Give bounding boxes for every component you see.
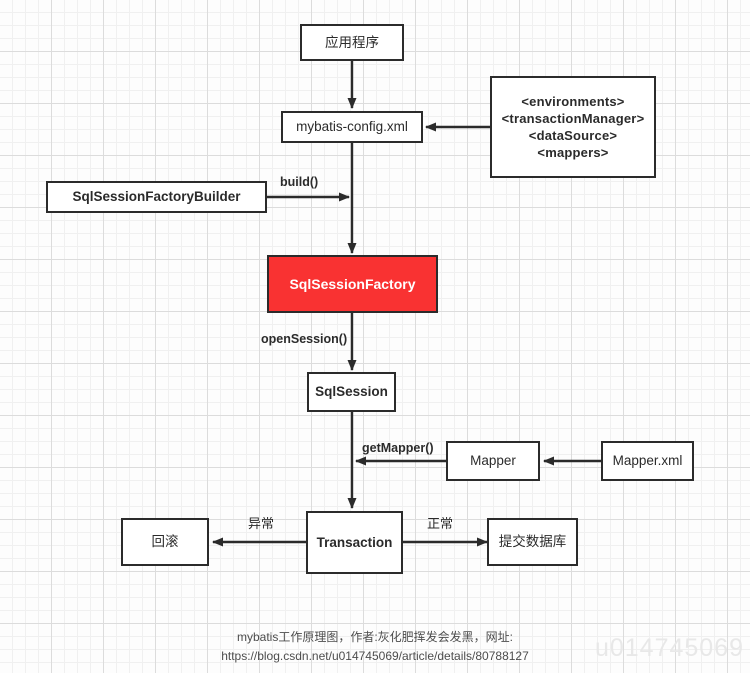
diagram-canvas: u014745069 应用程序 mybatis-config.xml <envi… — [0, 0, 750, 673]
diagram-caption: mybatis工作原理图，作者:灰化肥挥发会发黑，网址: https://blo… — [0, 628, 750, 665]
node-commit-database-label: 提交数据库 — [498, 534, 567, 550]
node-rollback-label: 回滚 — [151, 534, 179, 550]
node-rollback[interactable]: 回滚 — [121, 518, 209, 566]
node-transaction-label: Transaction — [316, 534, 393, 550]
node-sqlsession-label: SqlSession — [315, 384, 388, 400]
node-mapper-xml[interactable]: Mapper.xml — [601, 441, 694, 481]
caption-line-1: mybatis工作原理图，作者:灰化肥挥发会发黑，网址: — [236, 630, 513, 644]
node-sqlsession[interactable]: SqlSession — [307, 372, 396, 412]
edge-label-exception: 异常 — [248, 516, 275, 531]
node-application[interactable]: 应用程序 — [300, 24, 404, 61]
node-sqlsessionfactorybuilder[interactable]: SqlSessionFactoryBuilder — [46, 181, 267, 213]
edge-label-build: build() — [280, 175, 319, 189]
edge-label-get-mapper: getMapper() — [362, 441, 434, 455]
node-sqlsessionfactory-label: SqlSessionFactory — [289, 275, 416, 292]
node-sqlsessionfactorybuilder-label: SqlSessionFactoryBuilder — [72, 189, 241, 205]
node-mybatis-config-label: mybatis-config.xml — [296, 119, 408, 135]
node-transaction[interactable]: Transaction — [306, 511, 403, 574]
edge-label-open-session: openSession() — [261, 332, 348, 346]
node-mapper-label: Mapper — [470, 453, 516, 469]
node-commit-database[interactable]: 提交数据库 — [487, 518, 578, 566]
node-mybatis-config[interactable]: mybatis-config.xml — [281, 111, 423, 143]
node-sqlsessionfactory[interactable]: SqlSessionFactory — [267, 255, 438, 313]
node-config-elements[interactable]: <environments> <transactionManager> <dat… — [490, 76, 656, 178]
caption-line-2: https://blog.csdn.net/u014745069/article… — [221, 648, 529, 663]
node-config-elements-label: <environments> <transactionManager> <dat… — [501, 93, 645, 161]
edge-label-normal: 正常 — [427, 516, 454, 531]
node-application-label: 应用程序 — [325, 34, 379, 50]
node-mapper-xml-label: Mapper.xml — [612, 453, 683, 469]
node-mapper[interactable]: Mapper — [446, 441, 540, 481]
